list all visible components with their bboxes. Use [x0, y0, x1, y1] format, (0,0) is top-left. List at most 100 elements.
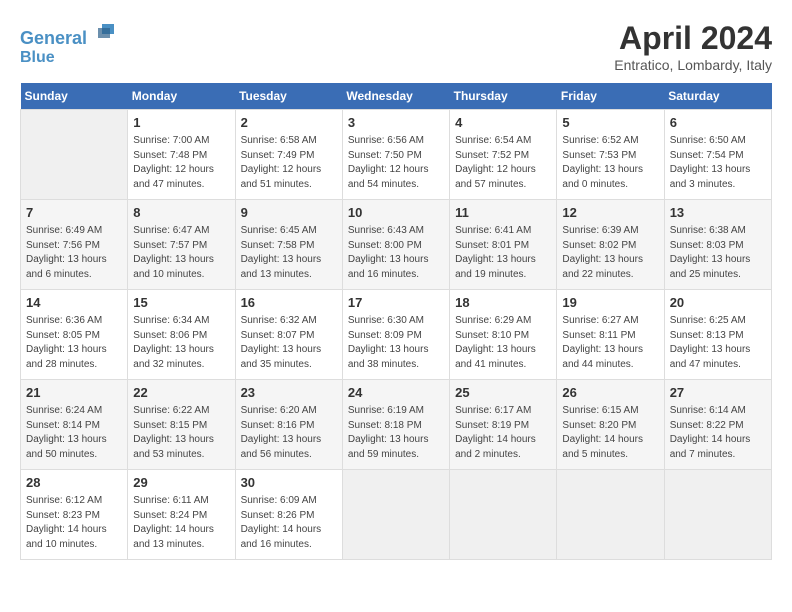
- calendar-cell: 3 Sunrise: 6:56 AMSunset: 7:50 PMDaylight…: [342, 110, 449, 200]
- calendar-cell: 23 Sunrise: 6:20 AMSunset: 8:16 PMDayligh…: [235, 380, 342, 470]
- day-info: Sunrise: 6:52 AMSunset: 7:53 PMDaylight:…: [562, 134, 658, 192]
- day-info: Sunrise: 6:34 AMSunset: 8:06 PMDaylight:…: [133, 314, 229, 372]
- day-info: Sunrise: 6:45 AMSunset: 7:58 PMDaylight:…: [241, 224, 337, 282]
- calendar-cell: 7 Sunrise: 6:49 AMSunset: 7:56 PMDaylight…: [21, 200, 128, 290]
- calendar-cell: 16Sunrise: 6:32 AMSunset: 8:07 PMDayligh…: [235, 290, 342, 380]
- day-number: 6: [670, 114, 766, 132]
- day-info: Sunrise: 6:20 AMSunset: 8:16 PMDaylight:…: [241, 404, 337, 462]
- day-number: 10: [348, 204, 444, 222]
- day-info: Sunrise: 6:22 AMSunset: 8:15 PMDaylight:…: [133, 404, 229, 462]
- calendar-cell: 22 Sunrise: 6:22 AMSunset: 8:15 PMDayligh…: [128, 380, 235, 470]
- day-info: Sunrise: 6:19 AMSunset: 8:18 PMDaylight:…: [348, 404, 444, 462]
- day-number: 11: [455, 204, 551, 222]
- day-number: 30: [241, 474, 337, 492]
- calendar-cell: 2 Sunrise: 6:58 AMSunset: 7:49 PMDaylight…: [235, 110, 342, 200]
- logo-blue: Blue: [20, 49, 118, 67]
- day-number: 26: [562, 384, 658, 402]
- calendar-cell: 27 Sunrise: 6:14 AMSunset: 8:22 PMDayligh…: [664, 380, 771, 470]
- day-number: 24: [348, 384, 444, 402]
- day-info: Sunrise: 6:58 AMSunset: 7:49 PMDaylight:…: [241, 134, 337, 192]
- weekday-header: Tuesday: [235, 83, 342, 110]
- calendar-cell: 21 Sunrise: 6:24 AMSunset: 8:14 PMDayligh…: [21, 380, 128, 470]
- calendar-cell: 4Sunrise: 6:54 AMSunset: 7:52 PMDaylight…: [450, 110, 557, 200]
- calendar-cell: [342, 470, 449, 560]
- day-info: Sunrise: 6:24 AMSunset: 8:14 PMDaylight:…: [26, 404, 122, 462]
- day-info: Sunrise: 6:12 AMSunset: 8:23 PMDaylight:…: [26, 494, 122, 552]
- day-number: 8: [133, 204, 229, 222]
- day-number: 20: [670, 294, 766, 312]
- day-info: Sunrise: 6:09 AMSunset: 8:26 PMDaylight:…: [241, 494, 337, 552]
- day-info: Sunrise: 6:56 AMSunset: 7:50 PMDaylight:…: [348, 134, 444, 192]
- calendar-cell: 25 Sunrise: 6:17 AMSunset: 8:19 PMDayligh…: [450, 380, 557, 470]
- logo-icon: [94, 20, 118, 44]
- calendar-cell: 8 Sunrise: 6:47 AMSunset: 7:57 PMDaylight…: [128, 200, 235, 290]
- day-info: Sunrise: 6:41 AMSunset: 8:01 PMDaylight:…: [455, 224, 551, 282]
- day-number: 13: [670, 204, 766, 222]
- calendar-cell: [557, 470, 664, 560]
- day-number: 15: [133, 294, 229, 312]
- day-number: 22: [133, 384, 229, 402]
- day-number: 5: [562, 114, 658, 132]
- day-number: 1: [133, 114, 229, 132]
- calendar-cell: 29 Sunrise: 6:11 AMSunset: 8:24 PMDayligh…: [128, 470, 235, 560]
- title-block: April 2024 Entratico, Lombardy, Italy: [614, 20, 772, 73]
- calendar-cell: 11 Sunrise: 6:41 AMSunset: 8:01 PMDayligh…: [450, 200, 557, 290]
- day-info: Sunrise: 6:14 AMSunset: 8:22 PMDaylight:…: [670, 404, 766, 462]
- calendar-cell: 6 Sunrise: 6:50 AMSunset: 7:54 PMDaylight…: [664, 110, 771, 200]
- day-info: Sunrise: 6:11 AMSunset: 8:24 PMDaylight:…: [133, 494, 229, 552]
- calendar-cell: 14 Sunrise: 6:36 AMSunset: 8:05 PMDayligh…: [21, 290, 128, 380]
- calendar-header: SundayMondayTuesdayWednesdayThursdayFrid…: [21, 83, 772, 110]
- calendar-cell: 1 Sunrise: 7:00 AMSunset: 7:48 PMDaylight…: [128, 110, 235, 200]
- weekday-header: Wednesday: [342, 83, 449, 110]
- day-info: Sunrise: 6:49 AMSunset: 7:56 PMDaylight:…: [26, 224, 122, 282]
- day-number: 19: [562, 294, 658, 312]
- weekday-header: Thursday: [450, 83, 557, 110]
- day-number: 23: [241, 384, 337, 402]
- day-info: Sunrise: 6:50 AMSunset: 7:54 PMDaylight:…: [670, 134, 766, 192]
- calendar-cell: 12 Sunrise: 6:39 AMSunset: 8:02 PMDayligh…: [557, 200, 664, 290]
- day-number: 27: [670, 384, 766, 402]
- day-number: 14: [26, 294, 122, 312]
- day-number: 28: [26, 474, 122, 492]
- calendar-cell: 18 Sunrise: 6:29 AMSunset: 8:10 PMDayligh…: [450, 290, 557, 380]
- day-info: Sunrise: 7:00 AMSunset: 7:48 PMDaylight:…: [133, 134, 229, 192]
- month-title: April 2024: [614, 20, 772, 57]
- day-number: 16: [241, 294, 337, 312]
- day-info: Sunrise: 6:36 AMSunset: 8:05 PMDaylight:…: [26, 314, 122, 372]
- weekday-header: Friday: [557, 83, 664, 110]
- calendar-cell: 9 Sunrise: 6:45 AMSunset: 7:58 PMDaylight…: [235, 200, 342, 290]
- calendar-cell: 20Sunrise: 6:25 AMSunset: 8:13 PMDayligh…: [664, 290, 771, 380]
- page-header: General Blue April 2024 Entratico, Lomba…: [20, 20, 772, 73]
- day-info: Sunrise: 6:17 AMSunset: 8:19 PMDaylight:…: [455, 404, 551, 462]
- calendar-cell: 19 Sunrise: 6:27 AMSunset: 8:11 PMDayligh…: [557, 290, 664, 380]
- day-number: 2: [241, 114, 337, 132]
- calendar-body: 1 Sunrise: 7:00 AMSunset: 7:48 PMDaylight…: [21, 110, 772, 560]
- calendar-cell: 17 Sunrise: 6:30 AMSunset: 8:09 PMDayligh…: [342, 290, 449, 380]
- day-number: 21: [26, 384, 122, 402]
- day-info: Sunrise: 6:29 AMSunset: 8:10 PMDaylight:…: [455, 314, 551, 372]
- day-number: 18: [455, 294, 551, 312]
- day-number: 3: [348, 114, 444, 132]
- day-info: Sunrise: 6:30 AMSunset: 8:09 PMDaylight:…: [348, 314, 444, 372]
- day-info: Sunrise: 6:47 AMSunset: 7:57 PMDaylight:…: [133, 224, 229, 282]
- day-number: 7: [26, 204, 122, 222]
- calendar-cell: 10Sunrise: 6:43 AMSunset: 8:00 PMDayligh…: [342, 200, 449, 290]
- day-number: 25: [455, 384, 551, 402]
- day-info: Sunrise: 6:39 AMSunset: 8:02 PMDaylight:…: [562, 224, 658, 282]
- calendar-cell: [21, 110, 128, 200]
- calendar-cell: 24 Sunrise: 6:19 AMSunset: 8:18 PMDayligh…: [342, 380, 449, 470]
- day-number: 12: [562, 204, 658, 222]
- calendar-cell: 30 Sunrise: 6:09 AMSunset: 8:26 PMDayligh…: [235, 470, 342, 560]
- weekday-header: Sunday: [21, 83, 128, 110]
- calendar-cell: [450, 470, 557, 560]
- day-number: 17: [348, 294, 444, 312]
- logo-text: General: [20, 20, 118, 49]
- day-number: 29: [133, 474, 229, 492]
- day-info: Sunrise: 6:27 AMSunset: 8:11 PMDaylight:…: [562, 314, 658, 372]
- day-number: 9: [241, 204, 337, 222]
- weekday-header: Saturday: [664, 83, 771, 110]
- calendar-table: SundayMondayTuesdayWednesdayThursdayFrid…: [20, 83, 772, 560]
- day-number: 4: [455, 114, 551, 132]
- weekday-header: Monday: [128, 83, 235, 110]
- day-info: Sunrise: 6:15 AMSunset: 8:20 PMDaylight:…: [562, 404, 658, 462]
